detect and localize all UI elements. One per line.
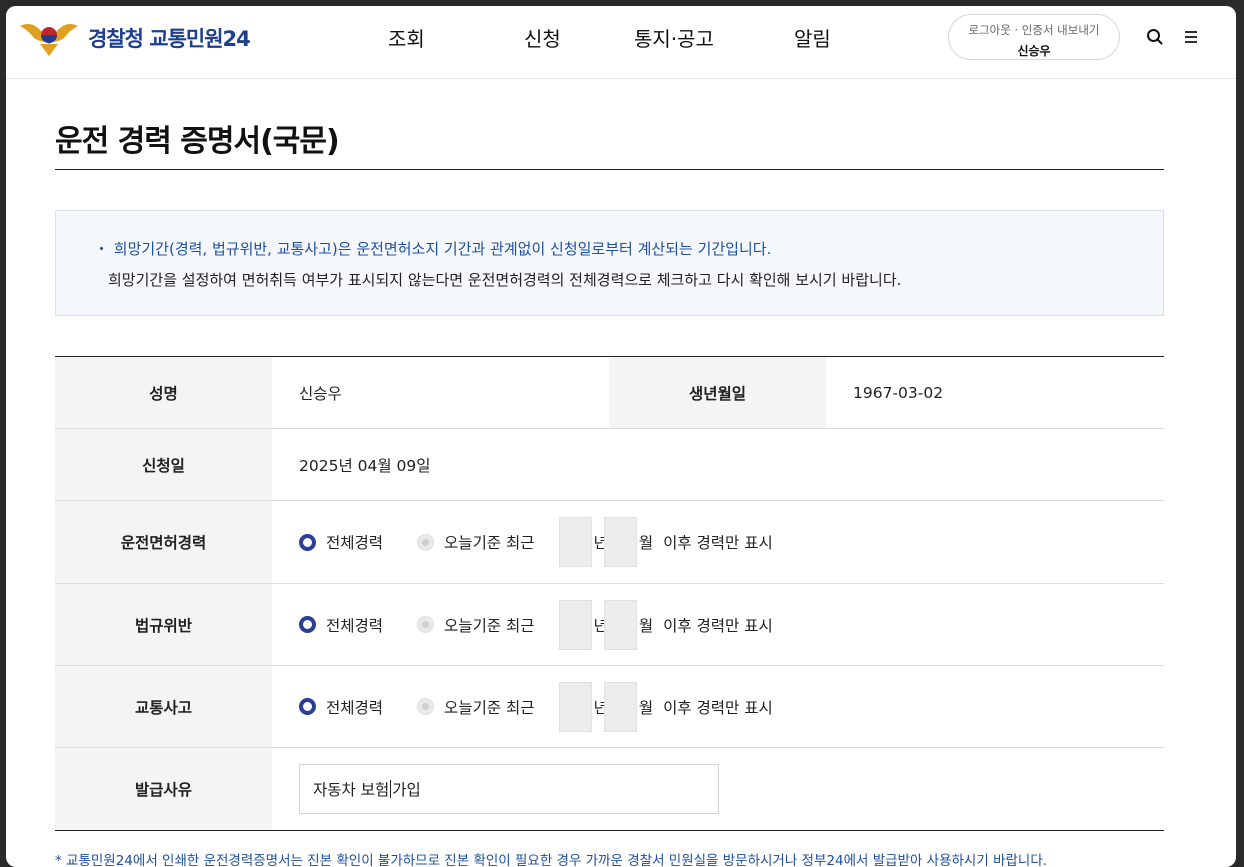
title-divider [55, 169, 1164, 170]
apply-date-label: 신청일 [55, 429, 272, 500]
suffix-text: 이후 경력만 표시 [663, 534, 773, 552]
radio-selected-icon [299, 698, 316, 715]
radio-all-history[interactable]: 전체경력 [299, 696, 383, 718]
month-input[interactable] [603, 681, 637, 732]
radio-group: 전체경력 오늘기준 최근 년 월 이후 경력만 표시 [299, 599, 773, 650]
user-box: 로그아웃 · 인증서 내보내기 신승우 [948, 14, 1120, 60]
license-history-options: 전체경력 오늘기준 최근 년 월 이후 경력만 표시 [272, 501, 1164, 583]
reason-text-a: 자동차 보험 [313, 781, 390, 799]
radio-label: 오늘기준 최근 [444, 616, 535, 635]
form-row-violations: 법규위반 전체경력 오늘기준 최근 년 월 이후 경력만 표시 [55, 584, 1164, 666]
violations-label: 법규위반 [55, 584, 272, 665]
radio-unselected-icon [417, 533, 435, 551]
apply-date-value: 2025년 04월 09일 [299, 456, 431, 475]
radio-all-history[interactable]: 전체경력 [299, 614, 383, 636]
month-unit: 월 [638, 698, 654, 717]
radio-recent-history[interactable]: 오늘기준 최근 [417, 531, 535, 553]
nav-item-notice[interactable]: 통지·공고 [634, 23, 714, 52]
site-header: 경찰청 교통민원24 조회 신청 통지·공고 알림 로그아웃 · 인증서 내보내… [6, 6, 1236, 79]
radio-selected-icon [299, 616, 316, 633]
radio-label: 전체경력 [326, 616, 384, 635]
notice-text-1: 희망기간(경력, 법규위반, 교통사고)은 운전면허소지 기간과 관계없이 신청… [113, 240, 772, 258]
search-icon[interactable] [1144, 26, 1166, 48]
notice-line-1: ・ 희망기간(경력, 법규위반, 교통사고)은 운전면허소지 기간과 관계없이 … [94, 240, 772, 258]
reason-input[interactable]: 자동차 보험 가입 [299, 764, 719, 814]
page-title: 운전 경력 증명서(국문) [55, 124, 340, 159]
radio-group: 전체경력 오늘기준 최근 년 월 이후 경력만 표시 [299, 681, 773, 732]
browser-page: 경찰청 교통민원24 조회 신청 통지·공고 알림 로그아웃 · 인증서 내보내… [6, 6, 1236, 867]
radio-unselected-icon [417, 698, 435, 715]
separator-dot: · [1014, 23, 1022, 37]
radio-selected-icon [299, 533, 316, 551]
reason-label: 발급사유 [55, 748, 272, 830]
radio-all-history[interactable]: 전체경력 [299, 531, 383, 553]
suffix-text: 이후 경력만 표시 [663, 698, 773, 717]
nav-item-apply[interactable]: 신청 [524, 23, 561, 52]
certificate-form: 성명 신승우 생년월일 1967-03-02 신청일 2025년 04월 09일… [55, 356, 1164, 831]
user-links: 로그아웃 · 인증서 내보내기 [949, 22, 1119, 38]
police-emblem-icon [20, 24, 78, 56]
radio-label: 오늘기준 최근 [444, 698, 535, 717]
radio-recent-history[interactable]: 오늘기준 최근 [417, 614, 535, 636]
form-row-name: 성명 신승우 생년월일 1967-03-02 [55, 357, 1164, 429]
name-label: 성명 [55, 357, 272, 428]
month-input[interactable] [603, 517, 637, 567]
form-row-license-history: 운전면허경력 전체경력 오늘기준 최근 년 월 이후 경력만 표시 [55, 501, 1164, 584]
nav-item-alerts[interactable]: 알림 [794, 23, 831, 52]
radio-group: 전체경력 오늘기준 최근 년 월 이후 경력만 표시 [299, 517, 773, 567]
logout-link[interactable]: 로그아웃 [968, 23, 1010, 37]
birth-value: 1967-03-02 [853, 383, 944, 402]
menu-icon[interactable] [1180, 26, 1202, 48]
month-unit: 월 [638, 534, 654, 552]
notice-line-2: 희망기간을 설정하여 면허취득 여부가 표시되지 않는다면 운전면허경력의 전체… [108, 271, 902, 289]
suffix-text: 이후 경력만 표시 [663, 616, 773, 635]
form-row-reason: 발급사유 자동차 보험 가입 [55, 748, 1164, 830]
footnote: * 교통민원24에서 인쇄한 운전경력증명서는 진본 확인이 불가하므로 진본 … [55, 853, 1048, 867]
text-caret [390, 780, 392, 798]
radio-label: 전체경력 [326, 698, 384, 717]
violations-options: 전체경력 오늘기준 최근 년 월 이후 경력만 표시 [272, 584, 1164, 665]
reason-cell: 자동차 보험 가입 [272, 748, 1164, 830]
birth-label: 생년월일 [609, 357, 826, 428]
month-input[interactable] [603, 599, 637, 650]
year-input[interactable] [558, 681, 592, 732]
user-name: 신승우 [1017, 44, 1051, 58]
nav-item-inquiry[interactable]: 조회 [388, 23, 425, 52]
radio-label: 오늘기준 최근 [444, 534, 535, 552]
name-value: 신승우 [299, 384, 342, 403]
cert-export-link[interactable]: 인증서 내보내기 [1022, 23, 1100, 37]
notice-box: ・ 희망기간(경력, 법규위반, 교통사고)은 운전면허소지 기간과 관계없이 … [55, 210, 1164, 316]
radio-recent-history[interactable]: 오늘기준 최근 [417, 696, 535, 718]
radio-label: 전체경력 [326, 534, 384, 552]
year-input[interactable] [558, 599, 592, 650]
site-logo[interactable]: 경찰청 교통민원24 [18, 18, 251, 58]
logo-text: 경찰청 교통민원24 [88, 27, 251, 51]
accidents-label: 교통사고 [55, 666, 272, 747]
accidents-options: 전체경력 오늘기준 최근 년 월 이후 경력만 표시 [272, 666, 1164, 747]
form-row-accidents: 교통사고 전체경력 오늘기준 최근 년 월 이후 경력만 표시 [55, 666, 1164, 748]
year-input[interactable] [558, 517, 592, 567]
radio-unselected-icon [417, 616, 435, 633]
form-row-apply-date: 신청일 2025년 04월 09일 [55, 429, 1164, 501]
month-unit: 월 [638, 616, 654, 635]
reason-text-b: 가입 [392, 781, 421, 799]
license-history-label: 운전면허경력 [55, 501, 272, 583]
